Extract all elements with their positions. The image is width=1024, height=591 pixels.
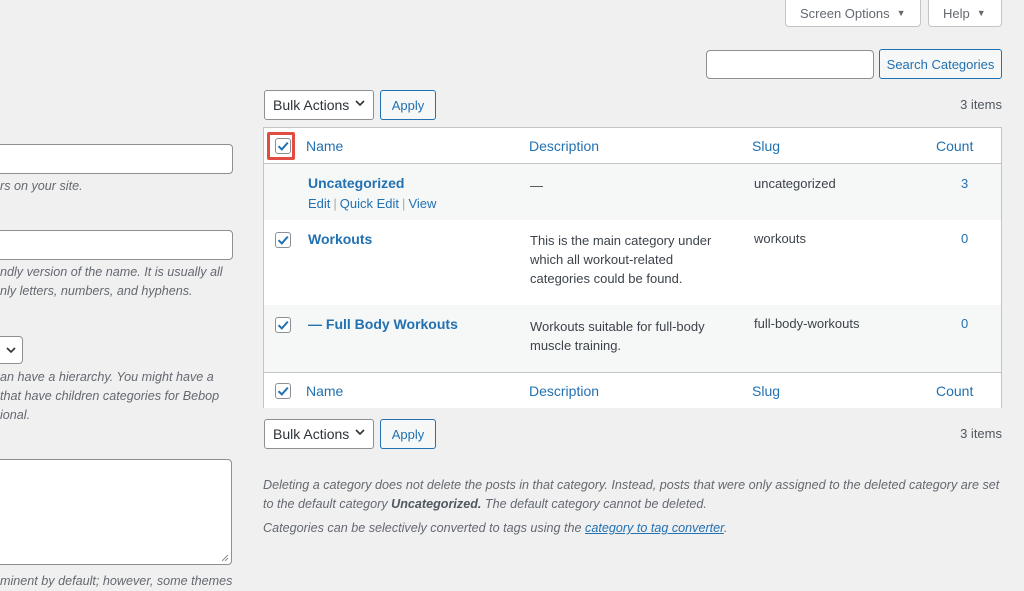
row-actions: Edit | Quick Edit | View xyxy=(308,196,436,211)
category-slug-input[interactable] xyxy=(0,230,233,260)
delete-note-text-c: The default category cannot be deleted. xyxy=(481,497,707,511)
help-label: Help xyxy=(943,5,970,21)
category-to-tag-converter-link[interactable]: category to tag converter xyxy=(585,521,724,535)
category-description: This is the main category under which al… xyxy=(530,233,712,286)
category-count-link[interactable]: 0 xyxy=(961,231,968,246)
table-footer: Name Description Slug Count xyxy=(264,372,1001,408)
parent-hint-line-2: that have children categories for Bebop xyxy=(0,389,220,403)
category-name-input[interactable] xyxy=(0,144,233,174)
delete-note: Deleting a category does not delete the … xyxy=(263,476,1008,514)
category-description: Workouts suitable for full-body muscle t… xyxy=(530,319,705,353)
bulk-actions-select-bottom[interactable]: Bulk Actions xyxy=(264,419,374,449)
default-category-name: Uncategorized. xyxy=(391,497,482,511)
screen-options-label: Screen Options xyxy=(800,5,890,21)
quick-edit-link[interactable]: Quick Edit xyxy=(340,196,399,211)
help-button[interactable]: Help ▼ xyxy=(928,0,1002,27)
column-header-count[interactable]: Count xyxy=(936,138,973,154)
column-footer-description[interactable]: Description xyxy=(529,383,599,399)
apply-button-bottom[interactable]: Apply xyxy=(380,419,436,449)
checkmark-icon xyxy=(277,386,289,396)
column-header-description[interactable]: Description xyxy=(529,138,599,154)
slug-hint-line-1: ndly version of the name. It is usually … xyxy=(0,265,223,279)
category-slug: uncategorized xyxy=(754,176,836,191)
converter-note: Categories can be selectively converted … xyxy=(263,519,727,538)
caret-down-icon: ▼ xyxy=(976,8,986,18)
row-checkbox[interactable] xyxy=(275,317,291,333)
category-slug: full-body-workouts xyxy=(754,316,860,331)
screen-options-button[interactable]: Screen Options ▼ xyxy=(785,0,921,27)
delete-note-text-b: to the default category xyxy=(263,497,392,511)
chevron-down-icon xyxy=(355,100,365,107)
select-all-checkbox-bottom[interactable] xyxy=(275,383,291,399)
search-categories-input[interactable] xyxy=(706,50,874,79)
select-all-checkbox-top[interactable] xyxy=(275,138,291,154)
view-link[interactable]: View xyxy=(408,196,436,211)
table-row: Uncategorized Edit | Quick Edit | View — unc… xyxy=(264,164,1001,220)
delete-note-text-a: Deleting a category does not delete the … xyxy=(263,478,1000,492)
chevron-down-icon xyxy=(355,429,365,436)
column-header-slug[interactable]: Slug xyxy=(752,138,780,154)
items-count-bottom: 3 items xyxy=(960,426,1002,441)
caret-down-icon: ▼ xyxy=(896,8,906,18)
separator: | xyxy=(333,196,337,211)
category-description-textarea[interactable] xyxy=(0,459,232,565)
column-footer-name[interactable]: Name xyxy=(306,383,343,399)
categories-table: Name Description Slug Count Uncategorize… xyxy=(263,127,1002,408)
slug-hint-line-2: nly letters, numbers, and hyphens. xyxy=(0,284,193,298)
description-hint-text: minent by default; however, some themes xyxy=(0,574,233,588)
category-description: — xyxy=(530,178,543,193)
bulk-actions-select-top[interactable]: Bulk Actions xyxy=(264,90,374,120)
apply-button-top[interactable]: Apply xyxy=(380,90,436,120)
table-row: Workouts This is the main category under… xyxy=(264,220,1001,305)
row-checkbox[interactable] xyxy=(275,232,291,248)
items-count-top: 3 items xyxy=(960,97,1002,112)
bulk-actions-label: Bulk Actions xyxy=(273,426,350,442)
resize-grip-icon[interactable] xyxy=(221,554,229,562)
category-name-link[interactable]: Workouts xyxy=(308,231,372,247)
category-count-link[interactable]: 3 xyxy=(961,176,968,191)
category-slug: workouts xyxy=(754,231,807,246)
search-categories-button[interactable]: Search Categories xyxy=(879,49,1002,79)
category-name-link[interactable]: — Full Body Workouts xyxy=(308,316,458,332)
column-footer-count[interactable]: Count xyxy=(936,383,973,399)
edit-link[interactable]: Edit xyxy=(308,196,330,211)
parent-category-select[interactable] xyxy=(0,336,23,364)
bulk-actions-label: Bulk Actions xyxy=(273,97,350,113)
chevron-down-icon xyxy=(6,347,16,354)
table-row: — Full Body Workouts Workouts suitable f… xyxy=(264,305,1001,372)
separator: | xyxy=(402,196,406,211)
converter-note-text-a: Categories can be selectively converted … xyxy=(263,521,586,535)
category-count-link[interactable]: 0 xyxy=(961,316,968,331)
parent-hint-line-3: ional. xyxy=(0,408,31,422)
column-header-name[interactable]: Name xyxy=(306,138,343,154)
checkmark-icon xyxy=(277,235,289,245)
checkmark-icon xyxy=(277,320,289,330)
category-name-link[interactable]: Uncategorized xyxy=(308,175,404,191)
checkmark-icon xyxy=(277,141,289,151)
converter-note-text-b: . xyxy=(723,521,728,535)
name-hint-text: rs on your site. xyxy=(0,179,83,193)
parent-hint-line-1: an have a hierarchy. You might have a xyxy=(0,370,214,384)
table-header: Name Description Slug Count xyxy=(264,128,1001,164)
column-footer-slug[interactable]: Slug xyxy=(752,383,780,399)
